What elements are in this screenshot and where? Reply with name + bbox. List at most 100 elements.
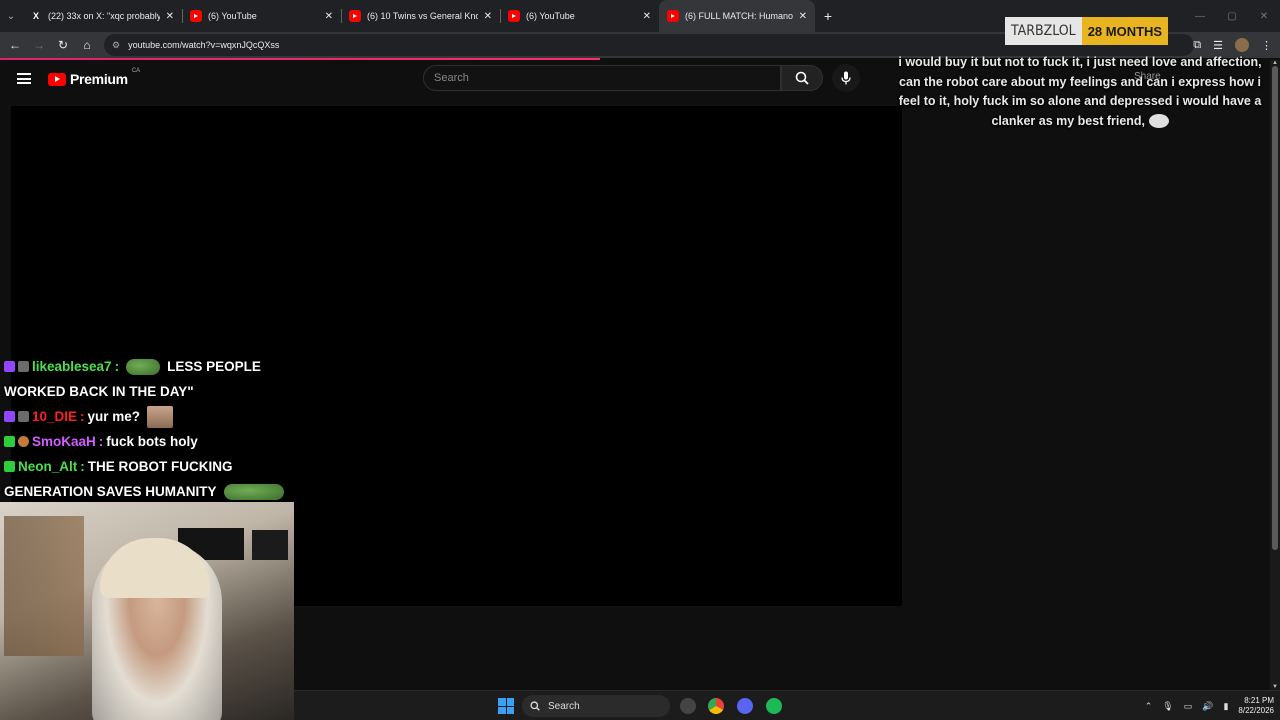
search-input[interactable]: Search (423, 65, 781, 91)
chrome-icon[interactable] (708, 698, 724, 714)
windows-start-icon[interactable] (498, 698, 514, 714)
new-tab-button[interactable]: + (815, 8, 841, 24)
streamer-webcam (0, 502, 294, 720)
tab-close-icon[interactable]: ✕ (484, 11, 492, 22)
reading-list-icon[interactable]: ☰ (1213, 39, 1223, 52)
network-icon[interactable]: ▭ (1184, 701, 1193, 712)
voice-search-button[interactable] (832, 64, 860, 92)
system-clock[interactable]: 8:21 PM 8/22/2026 (1238, 696, 1274, 716)
chat-username: SmoKaaH (32, 434, 96, 449)
microphone-icon (841, 71, 851, 85)
tab-title: (6) YouTube (208, 11, 257, 21)
back-icon[interactable]: ← (3, 38, 27, 52)
system-tray: ⌃ 🎙 ▭ 🔊 ▮ 8:21 PM 8/22/2026 (1145, 691, 1274, 720)
maximize-icon[interactable]: ▢ (1216, 0, 1248, 32)
browser-tab-youtube-2[interactable]: (6) 10 Twins vs General Knowle ✕ (341, 0, 500, 32)
face-emote-icon (147, 405, 174, 428)
chat-text: LESS PEOPLE (167, 359, 261, 374)
chat-text: yur me? (87, 409, 141, 424)
search-icon (795, 71, 809, 85)
microphone-icon[interactable]: 🎙 (1162, 701, 1173, 712)
browser-tab-x[interactable]: X (22) 33x on X: "xqc probably se ✕ (22, 0, 182, 32)
chat-username: 10_DIE (32, 409, 78, 424)
window-controls: — ▢ ✕ (1184, 0, 1280, 32)
subscriber-months: 28 MONTHS (1081, 17, 1169, 45)
search-placeholder: Search (434, 72, 469, 84)
youtube-icon (508, 10, 520, 22)
youtube-icon (349, 10, 361, 22)
spotify-icon[interactable] (766, 698, 782, 714)
extensions-icon[interactable]: ⧉ (1193, 39, 1201, 52)
tab-close-icon[interactable]: ✕ (166, 11, 174, 22)
tab-close-icon[interactable]: ✕ (643, 11, 651, 22)
no-audio-badge-icon (18, 411, 29, 422)
chat-message: Neon_Alt: THE ROBOT FUCKING (4, 454, 304, 479)
youtube-play-icon (48, 72, 66, 86)
profile-avatar[interactable] (1235, 38, 1249, 52)
x-icon: X (32, 11, 39, 21)
tts-text: i would buy it but not to fuck it, i jus… (898, 55, 1262, 128)
taskbar-search[interactable]: Search (522, 695, 670, 717)
youtube-icon (190, 10, 202, 22)
hamburger-menu-icon[interactable] (17, 73, 31, 84)
tab-title: (6) FULL MATCH: Humanoid Ro (685, 11, 793, 21)
youtube-premium-logo[interactable]: Premium CA (48, 68, 141, 87)
home-icon[interactable]: ⌂ (75, 38, 99, 52)
tab-title: (6) YouTube (526, 11, 575, 21)
tab-close-icon[interactable]: ✕ (799, 11, 807, 22)
chat-text: WORKED BACK IN THE DAY" (4, 384, 194, 399)
close-window-icon[interactable]: ✕ (1248, 0, 1280, 32)
tab-close-icon[interactable]: ✕ (325, 11, 333, 22)
site-info-icon[interactable]: ⚙ (112, 40, 120, 51)
tab-title: (22) 33x on X: "xqc probably se (48, 11, 160, 21)
page-scrollbar[interactable]: ▲ ▼ (1270, 60, 1280, 690)
settings-gear-icon[interactable] (680, 698, 696, 714)
tts-message: i would buy it but not to fuck it, i jus… (890, 53, 1270, 131)
discord-icon[interactable] (737, 698, 753, 714)
reload-icon[interactable]: ↻ (51, 38, 75, 52)
clock-date: 8/22/2026 (1238, 706, 1274, 715)
chat-text: fuck bots holy (106, 434, 198, 449)
chat-text: THE ROBOT FUCKING (87, 459, 233, 474)
youtube-icon (667, 10, 679, 22)
clock-time: 8:21 PM (1244, 696, 1274, 705)
kick-badge-icon (4, 461, 15, 472)
screen: ⌄ X (22) 33x on X: "xqc probably se ✕ (6… (0, 0, 1280, 720)
battery-icon[interactable]: ▮ (1223, 701, 1228, 712)
minimize-icon[interactable]: — (1184, 0, 1216, 32)
browser-tab-active[interactable]: (6) FULL MATCH: Humanoid Ro ✕ (659, 0, 815, 32)
cookie-badge-icon (18, 436, 29, 447)
tab-title: (6) 10 Twins vs General Knowle (367, 11, 478, 21)
twitch-badge-icon (4, 411, 15, 422)
chat-message: likeablesea7: LESS PEOPLE (4, 354, 304, 379)
browser-tab-youtube-1[interactable]: (6) YouTube ✕ (182, 0, 341, 32)
search-icon (530, 701, 540, 711)
chat-message: SmoKaaH: fuck bots holy (4, 429, 304, 454)
webcam-monitor (252, 530, 288, 560)
chat-message-continued: GENERATION SAVES HUMANITY (4, 479, 304, 504)
region-code: CA (131, 68, 141, 74)
laughing-emoji-icon (1148, 114, 1169, 129)
forward-icon[interactable]: → (27, 38, 51, 52)
chevron-up-icon[interactable]: ⌃ (1145, 701, 1153, 712)
logo-text: Premium (70, 71, 128, 87)
tab-search-icon[interactable]: ⌄ (0, 0, 22, 32)
subscriber-badge: TARBZLOL 28 MONTHS (1005, 17, 1169, 45)
pepe-emote-icon (223, 483, 284, 500)
url-text: youtube.com/watch?v=wqxnJQcQXss (128, 40, 280, 50)
kick-badge-icon (4, 436, 15, 447)
webcam-shelf (4, 516, 84, 656)
chat-username: Neon_Alt (18, 459, 78, 474)
search-button[interactable] (781, 65, 823, 91)
stream-chat: likeablesea7: LESS PEOPLE WORKED BACK IN… (4, 354, 304, 504)
windows-taskbar: Search ⌃ 🎙 ▭ 🔊 ▮ 8:21 PM 8/22/2026 (294, 690, 1280, 720)
twitch-badge-icon (4, 361, 15, 372)
subscriber-name: TARBZLOL (1005, 17, 1082, 45)
volume-icon[interactable]: 🔊 (1202, 701, 1213, 712)
chat-message: 10_DIE: yur me? (4, 404, 304, 429)
menu-icon[interactable]: ⋮ (1261, 39, 1272, 52)
browser-tab-youtube-3[interactable]: (6) YouTube ✕ (500, 0, 659, 32)
taskbar-search-label: Search (548, 700, 580, 712)
scrollbar-thumb[interactable] (1272, 66, 1278, 550)
subscriber-badge-icon (18, 361, 29, 372)
